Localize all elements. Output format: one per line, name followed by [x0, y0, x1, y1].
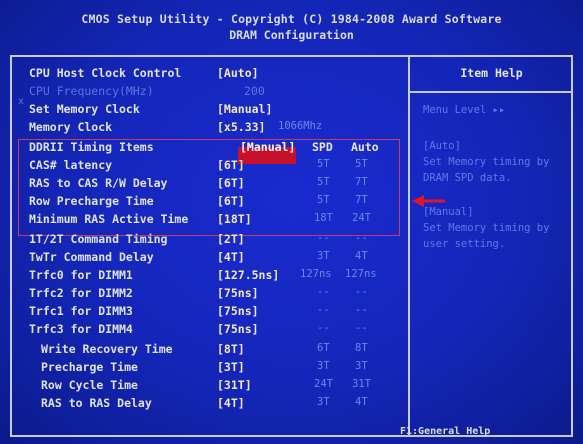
setting-label: RAS to CAS R/W Delay	[29, 176, 168, 190]
footer-help-hint: F1:General Help	[400, 426, 491, 437]
setting-label: Trfc3 for DIMM4	[29, 322, 133, 336]
setting-value[interactable]: [75ns]	[217, 286, 259, 300]
auto-value: --	[355, 286, 368, 298]
setting-label: Trfc0 for DIMM1	[29, 268, 133, 282]
item-help-title: Item Help	[460, 66, 523, 80]
setting-value[interactable]: [6T]	[217, 176, 245, 190]
auto-value: --	[355, 232, 368, 244]
auto-value: --	[355, 322, 368, 334]
setting-label: Memory Clock	[29, 120, 113, 134]
setting-label: Trfc2 for DIMM2	[29, 286, 133, 300]
auto-value: 24T	[352, 212, 371, 224]
spd-value: 18T	[314, 212, 333, 224]
setting-label: CPU Host Clock Control	[29, 66, 182, 80]
disabled-marker: x	[18, 96, 25, 107]
setting-label: Row Precharge Time	[29, 194, 154, 208]
setting-value[interactable]: [2T]	[217, 232, 245, 246]
spd-value: 3T	[317, 360, 330, 372]
spd-value: 3T	[317, 396, 330, 408]
setting-value[interactable]: [75ns]	[217, 322, 259, 336]
setting-label: Minimum RAS Active Time	[29, 212, 189, 226]
help-line: DRAM SPD data.	[423, 172, 512, 184]
help-line: user setting.	[423, 238, 506, 250]
setting-value[interactable]: [Auto]	[217, 66, 259, 80]
setting-value-selected[interactable]: [Manual]	[240, 140, 295, 154]
setting-value[interactable]: [4T]	[217, 396, 245, 410]
setting-label: RAS to RAS Delay	[41, 396, 152, 410]
setting-label: Precharge Time	[41, 360, 138, 374]
setting-value[interactable]: [31T]	[217, 378, 252, 392]
auto-value: 8T	[355, 342, 368, 354]
auto-value: 5T	[355, 158, 368, 170]
bios-header: CMOS Setup Utility - Copyright (C) 1984-…	[0, 0, 583, 52]
spd-value: 5T	[317, 176, 330, 188]
column-header-spd: SPD	[312, 140, 333, 154]
auto-value: --	[355, 304, 368, 316]
spd-value: 127ns	[300, 268, 332, 280]
spd-value: 3T	[317, 250, 330, 262]
setting-label: CAS# latency	[29, 158, 113, 172]
red-arrow-icon	[412, 195, 445, 207]
help-line: Set Memory timing by	[423, 222, 550, 234]
spd-value: 6T	[317, 342, 330, 354]
setting-value: 200	[244, 84, 265, 98]
header-subtitle: DRAM Configuration	[229, 28, 354, 42]
setting-value[interactable]: [x5.33]	[217, 120, 265, 134]
setting-value[interactable]: [6T]	[217, 158, 245, 172]
setting-label: CPU Frequency(MHz)	[29, 84, 154, 98]
help-menu-level: Menu Level ▸▸	[423, 104, 506, 116]
header-title: CMOS Setup Utility - Copyright (C) 1984-…	[81, 12, 502, 26]
spd-value: --	[317, 322, 330, 334]
setting-value[interactable]: [Manual]	[217, 102, 272, 116]
setting-label: Write Recovery Time	[41, 342, 173, 356]
setting-label: DDRII Timing Items	[29, 140, 154, 154]
help-line: [Auto]	[423, 140, 461, 152]
memory-clock-speed: 1066Mhz	[278, 120, 323, 132]
auto-value: 7T	[355, 176, 368, 188]
auto-value: 7T	[355, 194, 368, 206]
auto-value: 4T	[355, 396, 368, 408]
panel-divider	[408, 55, 410, 437]
setting-value[interactable]: [4T]	[217, 250, 245, 264]
bios-screen: CMOS Setup Utility - Copyright (C) 1984-…	[0, 0, 583, 444]
setting-label: Row Cycle Time	[41, 378, 138, 392]
setting-label: TwTr Command Delay	[29, 250, 154, 264]
spd-value: --	[317, 232, 330, 244]
spd-value: 24T	[314, 378, 333, 390]
setting-label: Trfc1 for DIMM3	[29, 304, 133, 318]
help-title-divider	[410, 91, 573, 93]
setting-label: Set Memory Clock	[29, 102, 140, 116]
spd-value: --	[317, 286, 330, 298]
setting-value[interactable]: [6T]	[217, 194, 245, 208]
setting-value[interactable]: [127.5ns]	[217, 268, 279, 282]
setting-value[interactable]: [8T]	[217, 342, 245, 356]
auto-value: 31T	[352, 378, 371, 390]
spd-value: 5T	[317, 194, 330, 206]
spd-value: 5T	[317, 158, 330, 170]
auto-value: 127ns	[345, 268, 377, 280]
setting-value[interactable]: [3T]	[217, 360, 245, 374]
setting-value[interactable]: [18T]	[217, 212, 252, 226]
auto-value: 4T	[355, 250, 368, 262]
column-header-auto: Auto	[351, 140, 379, 154]
spd-value: --	[317, 304, 330, 316]
setting-value[interactable]: [75ns]	[217, 304, 259, 318]
setting-label: 1T/2T Command Timing	[29, 232, 168, 246]
auto-value: 3T	[355, 360, 368, 372]
help-line: Set Memory timing by	[423, 156, 550, 168]
